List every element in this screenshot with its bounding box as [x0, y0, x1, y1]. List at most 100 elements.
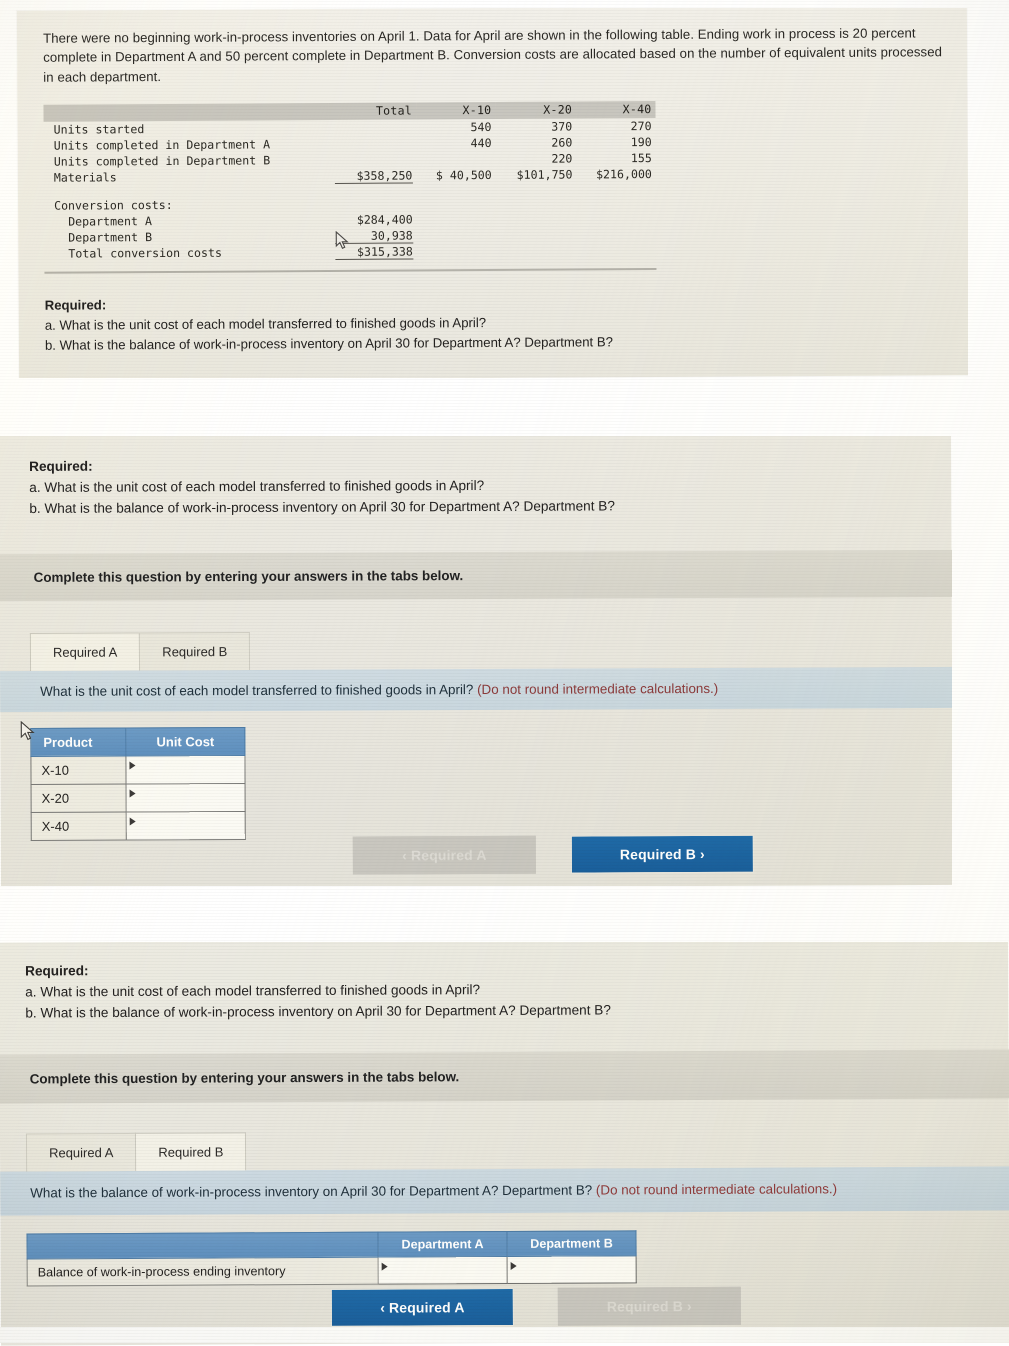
input-unit-cost-x10[interactable]	[125, 755, 246, 784]
cell-conv-dept-b-total: 30,938	[329, 228, 417, 245]
col-header-blank	[26, 1231, 379, 1259]
input-caret-icon	[381, 1262, 388, 1271]
col-header-department-b: Department B	[506, 1230, 637, 1257]
right-white-margin-top	[968, 0, 1009, 380]
row-label-units-started: Units started	[53, 122, 145, 137]
cell-units-started-x10: 540	[470, 120, 492, 135]
table-row: X-10	[30, 755, 246, 785]
tab-required-b[interactable]: Required B	[135, 1131, 247, 1171]
panel-gap-one	[0, 378, 1009, 436]
tab-label: Required B	[158, 1144, 224, 1160]
screen-photo-root: There were no beginning work-in-process …	[0, 0, 1009, 1346]
prev-required-a-button[interactable]: ‹ Required A	[330, 1287, 514, 1327]
button-label: Required A	[410, 846, 487, 864]
cell-units-started-x20: 370	[551, 119, 573, 134]
input-caret-icon	[129, 817, 136, 826]
required-item-b: b. What is the balance of work-in-proces…	[25, 1002, 611, 1021]
tab-required-a[interactable]: Required A	[29, 632, 141, 671]
col-header-unit-cost: Unit Cost	[125, 727, 245, 756]
table-bottom-divider	[44, 268, 657, 274]
row-label-wip-ending-inventory: Balance of work-in-process ending invent…	[27, 1256, 379, 1286]
table-row: Balance of work-in-process ending invent…	[27, 1255, 637, 1286]
cell-materials-total: $358,250	[329, 168, 417, 185]
prev-required-a-button[interactable]: ‹ Required A	[352, 835, 536, 875]
col-header-x40: X-40	[576, 101, 656, 119]
bottom-white-margin	[0, 1327, 1009, 1343]
cell-completed-b-total	[328, 152, 416, 169]
col-header-x10: X-10	[415, 102, 496, 120]
right-white-margin-mid	[952, 432, 1009, 887]
question-text: What is the unit cost of each model tran…	[40, 681, 478, 699]
row-label-completed-dept-b: Units completed in Department B	[53, 153, 271, 169]
input-caret-icon	[129, 789, 136, 798]
button-label: Required B	[606, 1298, 684, 1315]
cell-conv-dept-a-total: $284,400	[356, 212, 413, 228]
table-row: X-40	[31, 811, 246, 841]
problem-data-table-wrap: Total X-10 X-20 X-40 Units started 540 3…	[43, 99, 944, 274]
nav-buttons-a: ‹ Required A Required B ›	[352, 834, 754, 875]
tab-required-b[interactable]: Required B	[139, 631, 251, 671]
col-header-department-a: Department A	[377, 1231, 508, 1257]
required-block-problem: Required: a. What is the unit cost of ea…	[45, 290, 945, 355]
table-row: X-20	[31, 783, 246, 813]
table-header-row: Product Unit Cost	[30, 727, 245, 757]
cell-materials-x40: $216,000	[596, 167, 652, 182]
cell-completed-b-x10	[416, 151, 495, 167]
next-required-b-button[interactable]: Required B ›	[570, 834, 754, 874]
tab-label: Required A	[52, 644, 118, 660]
input-caret-icon	[510, 1261, 517, 1270]
cell-completed-b-x40: 155	[630, 151, 652, 166]
row-label-conv-dept-a: Department A	[68, 214, 152, 229]
problem-data-table: Total X-10 X-20 X-40 Units started 540 3…	[43, 101, 656, 262]
question-band-a: What is the unit cost of each model tran…	[0, 666, 953, 712]
cell-units-started-total	[328, 120, 416, 137]
top-white-margin	[0, 0, 1009, 8]
required-a-panel: Required: a. What is the unit cost of ea…	[0, 429, 986, 890]
cell-completed-a-x20: 260	[551, 135, 573, 150]
cell-total-conversion: $315,338	[329, 244, 417, 261]
question-note: (Do not round intermediate calculations.…	[477, 680, 719, 697]
chevron-right-icon: ›	[699, 846, 705, 863]
question-text: What is the balance of work-in-process i…	[30, 1182, 596, 1201]
input-wip-dept-b[interactable]	[507, 1255, 637, 1284]
cell-completed-b-x20: 220	[551, 151, 573, 166]
col-header-product: Product	[30, 727, 126, 757]
required-block-a: Required: a. What is the unit cost of ea…	[29, 452, 951, 520]
row-label-completed-dept-a: Units completed in Department A	[53, 137, 271, 153]
col-header-total: Total	[328, 102, 417, 121]
wip-balance-answer-table: Department A Department B Balance of wor…	[26, 1230, 637, 1286]
next-required-b-button[interactable]: Required B ›	[557, 1286, 741, 1326]
required-item-b: b. What is the balance of work-in-proces…	[29, 498, 615, 517]
tab-required-a[interactable]: Required A	[25, 1132, 137, 1172]
input-unit-cost-x20[interactable]	[126, 783, 246, 812]
cell-completed-a-total	[328, 136, 416, 153]
input-caret-icon	[129, 761, 136, 770]
button-label: Required A	[388, 1299, 465, 1316]
question-band-b: What is the balance of work-in-process i…	[0, 1165, 1009, 1216]
tab-label: Required B	[162, 643, 228, 659]
problem-statement-panel: There were no beginning work-in-process …	[16, 5, 970, 381]
table-header-row: Department A Department B	[26, 1230, 637, 1259]
cell-completed-a-x10: 440	[470, 136, 492, 151]
input-wip-dept-a[interactable]	[378, 1256, 508, 1284]
tab-label: Required A	[49, 1144, 114, 1160]
unit-cost-answer-table: Product Unit Cost X-10 X-20 X-40	[30, 727, 246, 841]
chevron-right-icon: ›	[686, 1298, 692, 1315]
button-label: Required B	[619, 846, 696, 863]
cell-product-x20: X-20	[31, 783, 127, 813]
cell-units-started-x40: 270	[630, 119, 652, 134]
cell-product-x10: X-10	[30, 755, 127, 785]
complete-question-banner: Complete this question by entering your …	[0, 1048, 1009, 1104]
required-b-panel: Required: a. What is the unit cost of ea…	[0, 937, 1009, 1346]
required-block-b: Required: a. What is the unit cost of ea…	[25, 955, 1008, 1024]
problem-intro-text: There were no beginning work-in-process …	[43, 25, 943, 85]
tab-bar-b: Required A Required B	[25, 1128, 1009, 1172]
table-row: Total conversion costs $315,338	[44, 242, 656, 262]
tab-bar-a: Required A Required B	[29, 629, 952, 671]
panel-gap-two	[0, 886, 1009, 942]
input-unit-cost-x40[interactable]	[126, 811, 246, 840]
cell-materials-x20: $101,750	[516, 167, 573, 183]
chevron-left-icon: ‹	[402, 847, 407, 864]
row-label-materials: Materials	[53, 170, 117, 185]
question-note: (Do not round intermediate calculations.…	[595, 1180, 838, 1198]
